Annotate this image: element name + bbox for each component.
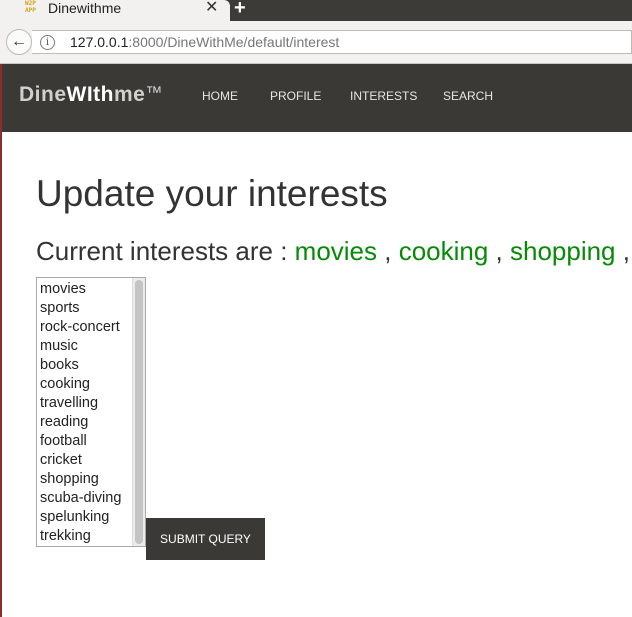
site-navbar: DineWIthme™ HOME PROFILE INTERESTS SEARC… (2, 64, 632, 132)
current-interest-item: shopping (509, 236, 616, 266)
option-rock-concert[interactable]: rock-concert (40, 318, 120, 337)
nav-interests[interactable]: INTERESTS (350, 89, 417, 104)
option-scuba-diving[interactable]: scuba-diving (40, 489, 121, 508)
current-interest-item: movies (294, 236, 378, 266)
submit-query-button[interactable]: SUBMIT QUERY (146, 518, 265, 560)
close-icon[interactable]: ✕ (205, 0, 218, 17)
option-cricket[interactable]: cricket (40, 451, 82, 470)
address-bar: ← i 127.0.0.1:8000/DineWithMe/default/in… (0, 21, 632, 64)
browser-tab[interactable]: W2P APP Dinewithme ✕ (0, 0, 230, 21)
nav-home[interactable]: HOME (202, 89, 238, 104)
option-music[interactable]: music (40, 337, 78, 356)
url-input[interactable]: i 127.0.0.1:8000/DineWithMe/default/inte… (32, 30, 632, 54)
current-interests-label: Current interests are : (36, 236, 295, 266)
brand-part-with: WIth (66, 83, 114, 106)
page-body: DineWIthme™ HOME PROFILE INTERESTS SEARC… (0, 64, 632, 617)
current-interests: Current interests are : movies , cooking… (36, 235, 632, 267)
option-sports[interactable]: sports (40, 299, 80, 318)
option-travelling[interactable]: travelling (40, 394, 98, 413)
url-text: 127.0.0.1:8000/DineWithMe/default/intere… (70, 34, 339, 51)
url-path: :8000/DineWithMe/default/interest (128, 34, 340, 50)
separator: , (377, 236, 399, 266)
scrollbar-thumb[interactable] (135, 280, 143, 544)
separator: , (488, 236, 510, 266)
option-football[interactable]: football (40, 432, 87, 451)
brand-part-me: me (114, 83, 146, 106)
url-host: 127.0.0.1 (70, 34, 129, 50)
nav-search[interactable]: SEARCH (443, 89, 493, 104)
page-title: Update your interests (36, 173, 388, 214)
option-cooking[interactable]: cooking (40, 375, 90, 394)
info-icon[interactable]: i (40, 35, 55, 50)
option-spelunking[interactable]: spelunking (40, 508, 109, 527)
option-reading[interactable]: reading (40, 413, 88, 432)
current-interest-item: cooking (398, 236, 489, 266)
browser-tab-strip: W2P APP Dinewithme ✕ + (0, 0, 632, 21)
option-shopping[interactable]: shopping (40, 470, 99, 489)
back-arrow-icon[interactable]: ← (6, 29, 32, 55)
nav-profile[interactable]: PROFILE (270, 89, 321, 104)
option-books[interactable]: books (40, 356, 79, 375)
option-movies[interactable]: movies (40, 280, 86, 299)
new-tab-icon[interactable]: + (234, 0, 246, 19)
brand-logo[interactable]: DineWIthme™ (19, 82, 163, 108)
brand-part-dine: Dine (19, 83, 67, 106)
interests-multiselect[interactable]: movies sports rock-concert music books c… (36, 277, 146, 547)
option-trekking[interactable]: trekking (40, 527, 91, 546)
web2py-favicon-icon: W2P APP (25, 0, 36, 14)
separator: , (622, 236, 630, 266)
tab-title: Dinewithme (48, 0, 122, 16)
brand-trademark: ™ (145, 83, 163, 102)
select-scrollbar[interactable] (132, 278, 145, 546)
